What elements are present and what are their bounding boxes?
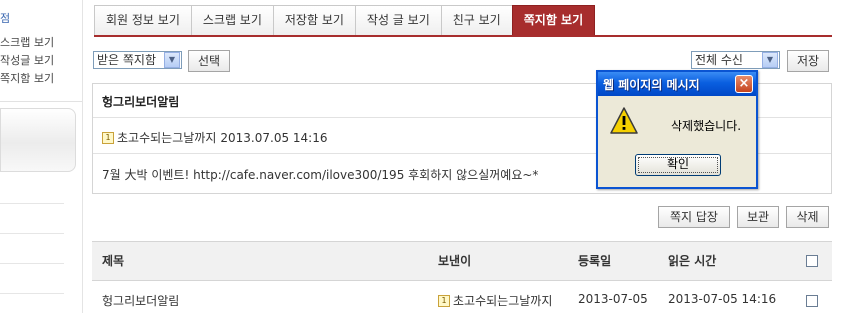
table-row-registered: 2013-07-05 [578,292,648,306]
ok-button[interactable]: 확인 [635,154,721,176]
table-row-read-time: 2013-07-05 14:16 [668,292,777,306]
tab-friends[interactable]: 친구 보기 [440,5,512,36]
receive-filter-value: 전체 수신 [695,53,743,67]
select-button[interactable]: 선택 [188,50,230,72]
column-header-subject: 제목 [102,254,125,268]
sidebar-divider [0,101,82,102]
sidebar-item-posts[interactable]: 작성글 보기 [0,52,54,68]
message-body: 7월 大박 이벤트! http://cafe.naver.com/ilove30… [102,168,539,182]
sidebar-divider [0,203,64,204]
column-header-read-time: 읽은 시간 [668,254,717,268]
tab-posts[interactable]: 작성 글 보기 [354,5,441,36]
table-row-subject[interactable]: 헝그리보더알림 [102,292,179,309]
reply-button[interactable]: 쪽지 답장 [658,206,730,228]
sidebar-banner [0,108,76,172]
select-all-checkbox[interactable] [806,255,818,267]
dialog-title: 웹 페이지의 메시지 [603,78,700,92]
keep-button[interactable]: 보관 [737,206,779,228]
tab-notes[interactable]: 쪽지함 보기 [511,5,596,36]
receive-filter-select[interactable]: 전체 수신 ▼ [691,51,780,69]
column-header-registered: 등록일 [578,254,612,268]
table-row-sender-name: 초고수되는그날까지 [453,294,553,308]
row-checkbox[interactable] [806,295,818,307]
close-icon[interactable]: × [735,75,753,93]
message-title: 헝그리보더알림 [102,95,180,109]
message-meta: 1 초고수되는그날까지 2013.07.05 14:16 [102,129,327,146]
chevron-down-icon: ▼ [762,52,778,68]
sidebar-divider [0,293,64,294]
sidebar-item-scraps[interactable]: 스크랩 보기 [0,34,54,50]
tab-bar: 회원 정보 보기 스크랩 보기 저장함 보기 작성 글 보기 친구 보기 쪽지함… [94,5,596,36]
sidebar-header: 점 [0,12,11,25]
dialog-message: 삭제했습니다. [671,119,742,133]
dialog-title-bar[interactable]: 웹 페이지의 메시지 × [598,72,756,96]
mailbox-select[interactable]: 받은 쪽지함 ▼ [93,51,182,69]
sidebar: 점 스크랩 보기 작성글 보기 쪽지함 보기 [0,0,83,313]
mailbox-select-value: 받은 쪽지함 [97,53,157,67]
table-row-sender[interactable]: 1 초고수되는그날까지 [438,292,552,309]
sidebar-item-notes[interactable]: 쪽지함 보기 [0,70,54,86]
alert-dialog: 웹 페이지의 메시지 × 삭제했습니다. 확인 [596,70,758,189]
sidebar-divider [0,263,64,264]
warning-icon [610,107,638,134]
message-sender[interactable]: 초고수되는그날까지 [117,129,216,146]
tab-scraps[interactable]: 스크랩 보기 [190,5,273,36]
note-icon: 1 [438,294,450,307]
message-date: 2013.07.05 14:16 [220,130,328,145]
tab-underline [94,35,832,37]
note-icon: 1 [102,131,114,144]
tab-saved[interactable]: 저장함 보기 [272,5,355,36]
save-button[interactable]: 저장 [787,50,829,72]
delete-button[interactable]: 삭제 [786,206,829,228]
sidebar-divider [0,233,64,234]
focus-ring [638,157,718,173]
chevron-down-icon: ▼ [164,52,180,68]
tab-member-info[interactable]: 회원 정보 보기 [94,5,191,36]
column-header-sender: 보낸이 [438,254,472,268]
